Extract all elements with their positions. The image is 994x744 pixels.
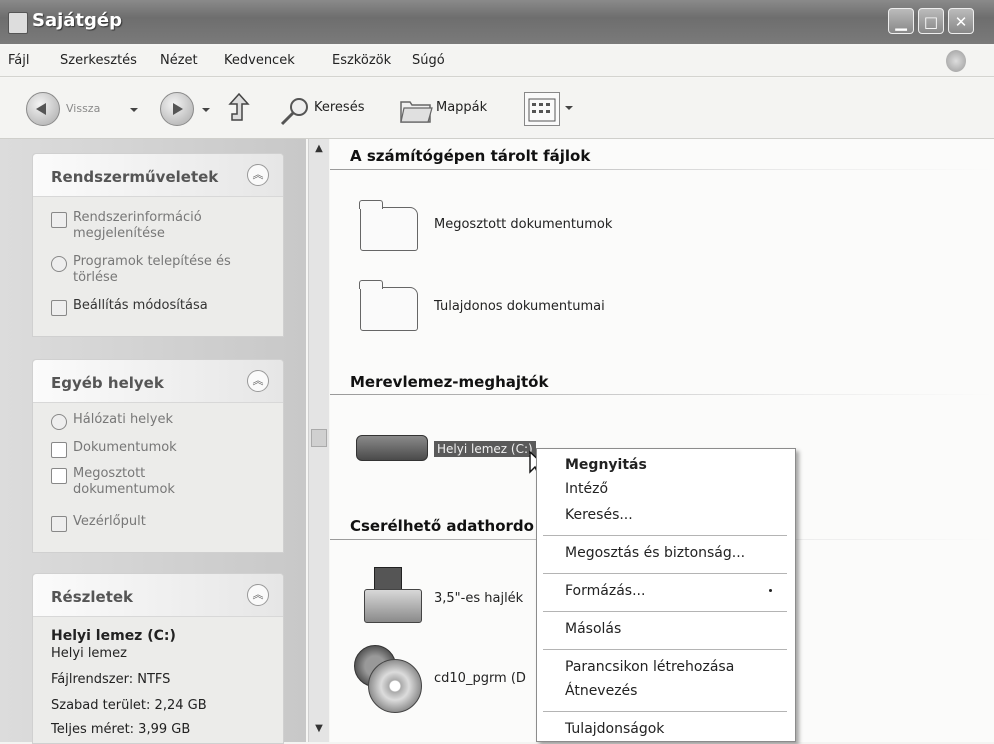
menu-favorites[interactable]: Kedvencek	[224, 53, 295, 68]
details-type: Helyi lemez	[51, 646, 127, 661]
folder-icon[interactable]	[359, 200, 418, 251]
local-disk-label[interactable]: Helyi lemez (C:)	[434, 441, 536, 457]
menu-item-create-shortcut[interactable]: Parancsikon létrehozása	[565, 659, 734, 675]
minimize-button[interactable]: ▁	[888, 8, 914, 34]
control-icon	[51, 300, 67, 316]
menu-file[interactable]: Fájl	[8, 53, 29, 68]
folder-icon[interactable]	[359, 280, 418, 331]
cd-disc-icon[interactable]	[368, 659, 422, 713]
system-tasks-title: Rendszerműveletek	[51, 168, 219, 186]
back-button-label[interactable]: Vissza	[66, 102, 100, 115]
menu-item-properties[interactable]: Tulajdonságok	[565, 721, 664, 737]
details-free-space: Szabad terület: 2,24 GB	[51, 698, 207, 713]
vertical-scrollbar[interactable]: ▲ ▼	[308, 139, 329, 742]
search-icon[interactable]	[278, 96, 312, 128]
menu-separator	[543, 611, 787, 612]
section-header-hard-drives: Merevlemez-meghajtók	[350, 373, 549, 391]
menu-separator	[543, 649, 787, 650]
views-dropdown-icon[interactable]	[565, 106, 573, 110]
collapse-chevron-icon[interactable]: ︽	[247, 370, 269, 392]
menu-item-rename[interactable]: Átnevezés	[565, 683, 637, 699]
details-total-size: Teljes méret: 3,99 GB	[51, 722, 191, 737]
maximize-button[interactable]: □	[918, 8, 944, 34]
folders-icon[interactable]	[398, 96, 434, 126]
toolbar: Vissza Keresés Mappák	[0, 78, 994, 139]
menu-item-format[interactable]: Formázás...	[565, 583, 645, 599]
menu-item-copy[interactable]: Másolás	[565, 621, 621, 637]
section-header-removable: Cserélhető adathordo	[350, 517, 534, 535]
search-button-label[interactable]: Keresés	[314, 100, 364, 115]
floppy-label[interactable]: 3,5"-es hajlék	[434, 591, 523, 606]
menu-tools[interactable]: Eszközök	[332, 53, 391, 68]
dust-dot	[769, 589, 772, 592]
title-bar[interactable]: Sajátgép ▁ □ ✕	[0, 0, 994, 44]
views-icon[interactable]	[524, 92, 560, 126]
scroll-thumb[interactable]	[311, 429, 327, 447]
section-divider	[330, 394, 994, 395]
menu-separator	[543, 711, 787, 712]
task-pane: Rendszerműveletek ︽ Rendszerinformáció m…	[0, 139, 306, 744]
menu-separator	[543, 573, 787, 574]
details-header[interactable]: Részletek ︽	[33, 574, 283, 617]
folders-button-label[interactable]: Mappák	[436, 100, 487, 115]
folder-icon	[51, 468, 67, 484]
control-panel-icon	[51, 516, 67, 532]
menu-edit[interactable]: Szerkesztés	[60, 53, 137, 68]
info-icon	[51, 212, 67, 228]
windows-logo-icon	[946, 50, 966, 72]
other-places-header[interactable]: Egyéb helyek ︽	[33, 360, 283, 403]
menu-view[interactable]: Nézet	[160, 53, 198, 68]
context-menu: Megnyitás Intéző Keresés... Megosztás és…	[536, 448, 796, 742]
computer-icon	[8, 12, 28, 34]
forward-arrow-icon[interactable]	[160, 92, 194, 126]
section-divider	[330, 169, 994, 170]
other-places-panel: Egyéb helyek ︽ Hálózati helyek Dokumentu…	[32, 359, 284, 553]
menu-item-open[interactable]: Megnyitás	[565, 457, 647, 473]
close-button[interactable]: ✕	[948, 8, 974, 34]
scroll-up-icon[interactable]: ▲	[312, 143, 326, 157]
explorer-window: Sajátgép ▁ □ ✕ Fájl Szerkesztés Nézet Ke…	[0, 0, 994, 744]
details-title: Részletek	[51, 588, 134, 606]
other-places-title: Egyéb helyek	[51, 374, 164, 392]
collapse-chevron-icon[interactable]: ︽	[247, 584, 269, 606]
system-tasks-panel: Rendszerműveletek ︽ Rendszerinformáció m…	[32, 153, 284, 337]
section-header-stored-files: A számítógépen tárolt fájlok	[350, 147, 591, 165]
install-icon	[51, 256, 67, 272]
details-panel: Részletek ︽ Helyi lemez (C:) Helyi lemez…	[32, 573, 284, 744]
menu-help[interactable]: Súgó	[412, 53, 445, 68]
owner-documents-label[interactable]: Tulajdonos dokumentumai	[434, 299, 605, 314]
hard-drive-icon[interactable]	[356, 435, 428, 461]
forward-dropdown-icon[interactable]	[202, 108, 210, 112]
up-folder-icon[interactable]	[226, 92, 252, 124]
menu-item-explore[interactable]: Intéző	[565, 481, 608, 497]
back-dropdown-icon[interactable]	[130, 108, 138, 112]
folder-icon	[51, 442, 67, 458]
scroll-down-icon[interactable]: ▼	[312, 723, 326, 737]
network-icon	[51, 414, 67, 430]
details-filesystem: Fájlrendszer: NTFS	[51, 672, 171, 687]
menu-separator	[543, 535, 787, 536]
collapse-chevron-icon[interactable]: ︽	[247, 164, 269, 186]
menu-bar: Fájl Szerkesztés Nézet Kedvencek Eszközö…	[0, 46, 994, 77]
menu-item-sharing-security[interactable]: Megosztás és biztonság...	[565, 545, 745, 561]
floppy-drive-icon[interactable]	[356, 567, 422, 625]
details-name: Helyi lemez (C:)	[51, 628, 176, 644]
back-arrow-icon[interactable]	[26, 92, 60, 126]
shared-documents-label[interactable]: Megosztott dokumentumok	[434, 217, 612, 232]
window-title: Sajátgép	[32, 10, 123, 31]
menu-item-search[interactable]: Keresés...	[565, 507, 633, 523]
system-tasks-header[interactable]: Rendszerműveletek ︽	[33, 154, 283, 197]
cd-label[interactable]: cd10_pgrm (D	[434, 671, 526, 686]
